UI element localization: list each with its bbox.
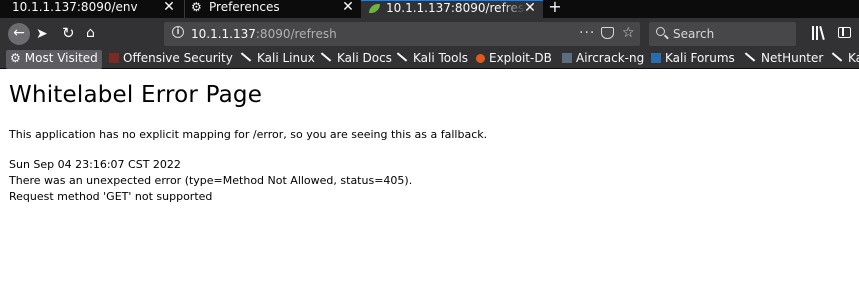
tab-env[interactable]: 10.1.1.137:8090/env ✕ [0,0,183,18]
bookmark-aircrack-ng[interactable]: Aircrack-ng [562,50,644,69]
kali-dragon-icon [320,52,332,62]
bookmark-kali-forums[interactable]: Kali Forums [651,50,735,69]
gear-icon: ⚙ [10,51,21,65]
bookmark-label: Exploit-DB [489,51,552,65]
bookmark-label: Kali Docs [337,51,392,65]
bookmark-most-visited[interactable]: ⚙ Most Visited [6,50,102,69]
page-actions-icon[interactable]: ··· [579,25,595,41]
bookmark-label: Most Visited [24,51,98,65]
spring-leaf-icon [369,4,380,13]
bookmark-kali-linux[interactable]: Kali Linux [240,50,315,69]
offsec-icon [109,53,119,63]
search-placeholder: Search [673,27,715,41]
bookmark-label: Offensive Security [123,51,233,65]
url-host: 10.1.1.137 [191,27,256,41]
url-text[interactable]: 10.1.1.137:8090/refresh [191,26,337,42]
bookmark-star-icon[interactable]: ☆ [622,25,635,41]
error-explanation: This application has no explicit mapping… [9,128,488,141]
reload-button[interactable]: ↻ [62,26,75,41]
kali-dragon-icon [240,52,252,62]
aircrack-icon [562,53,572,63]
bookmark-nethunter[interactable]: NetHunter [744,50,823,69]
library-icon[interactable] [812,25,826,41]
kali-dragon-icon [831,52,843,62]
tab-preferences[interactable]: ⚙ Preferences ✕ [184,0,361,18]
bookmark-kali-docs[interactable]: Kali Docs [320,50,392,69]
tab-strip: 10.1.1.137:8090/env ✕ ⚙ Preferences ✕ 10… [0,0,859,18]
bookmark-offensive-security[interactable]: Offensive Security [109,50,233,69]
bookmark-label: Ka [848,51,859,65]
tab-title: Preferences [209,0,280,14]
bookmark-exploit-db[interactable]: Exploit-DB [476,50,552,69]
bookmark-label: Kali Forums [665,51,735,65]
error-message: Request method 'GET' not supported [9,190,213,203]
mouse-pointer-icon: ➤ [36,26,48,42]
gear-icon: ⚙ [191,0,202,14]
error-timestamp: Sun Sep 04 23:16:07 CST 2022 [9,158,181,171]
close-tab-icon[interactable]: ✕ [163,0,175,14]
url-path: :8090/refresh [255,27,337,41]
pocket-icon[interactable] [601,27,614,39]
bookmark-label: Aircrack-ng [576,51,645,65]
home-button[interactable]: ⌂ [86,25,95,41]
kali-forums-icon [651,53,661,63]
kali-dragon-icon [744,52,756,62]
bookmark-label: NetHunter [761,51,824,65]
close-tab-icon[interactable]: ✕ [342,0,354,14]
info-icon[interactable]: i [172,26,184,38]
bookmark-kali-tools[interactable]: Kali Tools [396,50,468,69]
address-bar[interactable]: i 10.1.1.137:8090/refresh ··· ☆ [164,22,640,46]
bookmark-label: Kali Linux [257,51,315,65]
exploitdb-icon [476,54,485,63]
tab-title: 10.1.1.137:8090/env [12,0,138,14]
error-details: There was an unexpected error (type=Meth… [9,174,413,187]
tab-refresh-active[interactable]: 10.1.1.137:8090/refresh ✕ [361,0,543,18]
sidebar-icon[interactable] [838,27,851,38]
back-button[interactable]: ← [8,23,30,45]
bookmark-overflow-item[interactable]: Ka [831,50,859,69]
page-content: Whitelabel Error Page This application h… [0,70,859,302]
nav-toolbar: ← ➤ ↻ ⌂ i 10.1.1.137:8090/refresh ··· ☆ … [0,18,859,50]
close-tab-icon[interactable]: ✕ [524,1,536,15]
tab-title-fade [501,1,526,18]
bookmark-label: Kali Tools [413,51,469,65]
page-title: Whitelabel Error Page [9,82,263,108]
new-tab-button[interactable]: + [546,0,564,18]
kali-dragon-icon [396,52,408,62]
search-box[interactable]: Search [649,22,796,46]
bookmarks-toolbar: ⚙ Most Visited Offensive Security Kali Li… [0,50,859,69]
search-icon [656,27,665,36]
